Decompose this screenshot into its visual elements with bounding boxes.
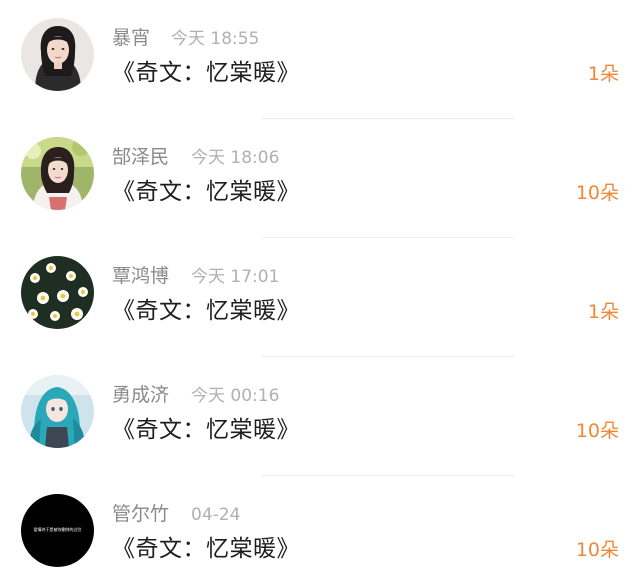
timestamp: 今天 17:01 xyxy=(191,267,280,287)
timestamp: 04-24 xyxy=(191,505,241,525)
work-title: 《奇文：忆棠暖》 xyxy=(112,179,300,205)
list-item[interactable]: 覃鸿博 今天 17:01 《奇文：忆棠暖》 1朵 xyxy=(0,238,640,357)
flower-count: 10朵 xyxy=(575,182,619,204)
avatar[interactable] xyxy=(21,137,94,210)
sender-name[interactable]: 管尔竹 xyxy=(112,502,169,526)
avatar-caption: 爱情终于是被你删除的过往 xyxy=(33,527,82,532)
flower-count: 1朵 xyxy=(587,63,619,85)
work-title: 《奇文：忆棠暖》 xyxy=(112,417,300,443)
girl-portrait-avatar-icon xyxy=(21,18,94,91)
work-title: 《奇文：忆棠暖》 xyxy=(112,536,300,562)
list-item[interactable]: 郜泽民 今天 18:06 《奇文：忆棠暖》 10朵 xyxy=(0,119,640,238)
avatar[interactable]: 爱情终于是被你删除的过往 xyxy=(21,494,94,567)
sender-name[interactable]: 勇成济 xyxy=(112,383,169,407)
girl-outdoor-avatar-icon xyxy=(21,137,94,210)
avatar[interactable] xyxy=(21,256,94,329)
avatar[interactable] xyxy=(21,18,94,91)
timestamp: 今天 18:55 xyxy=(171,29,260,49)
flower-count: 10朵 xyxy=(575,539,619,561)
avatar[interactable] xyxy=(21,375,94,448)
work-title: 《奇文：忆棠暖》 xyxy=(112,298,300,324)
gift-record-list: 暴宵 今天 18:55 《奇文：忆棠暖》 1朵 郜泽民 今天 18:06 《奇文… xyxy=(0,0,640,583)
sender-name[interactable]: 覃鸿博 xyxy=(112,264,169,288)
timestamp: 今天 18:06 xyxy=(191,148,280,168)
sender-name[interactable]: 暴宵 xyxy=(112,26,150,50)
anime-girl-avatar-icon xyxy=(21,375,94,448)
timestamp: 今天 00:16 xyxy=(191,386,280,406)
daisy-flowers-avatar-icon xyxy=(21,256,94,329)
flower-count: 10朵 xyxy=(575,420,619,442)
work-title: 《奇文：忆棠暖》 xyxy=(112,60,300,86)
list-item[interactable]: 勇成济 今天 00:16 《奇文：忆棠暖》 10朵 xyxy=(0,357,640,476)
list-item[interactable]: 暴宵 今天 18:55 《奇文：忆棠暖》 1朵 xyxy=(0,0,640,119)
flower-count: 1朵 xyxy=(587,301,619,323)
sender-name[interactable]: 郜泽民 xyxy=(112,145,169,169)
list-item[interactable]: 爱情终于是被你删除的过往 管尔竹 04-24 《奇文：忆棠暖》 10朵 xyxy=(0,476,640,583)
